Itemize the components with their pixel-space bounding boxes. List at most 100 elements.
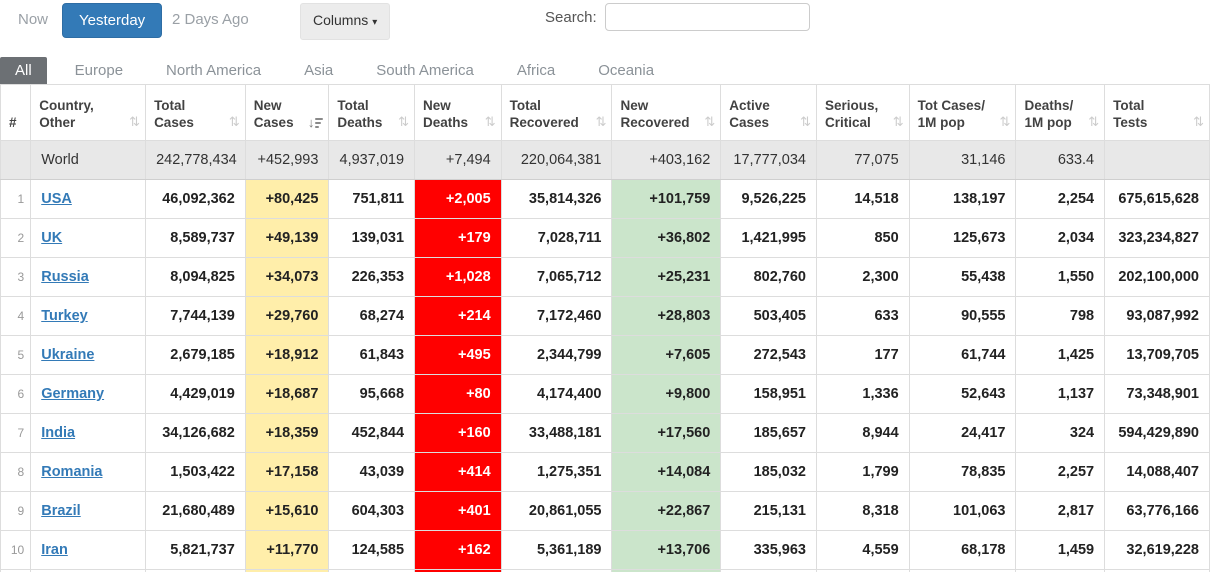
search-input[interactable] xyxy=(605,3,810,31)
cell-new_cases: +34,073 xyxy=(245,258,329,297)
cell-rank: 6 xyxy=(1,375,31,414)
cell-country: USA xyxy=(31,180,146,219)
cell-active_cases: 215,131 xyxy=(721,492,817,531)
two-days-ago-button[interactable]: 2 Days Ago xyxy=(162,3,259,36)
cell-new_recovered: +17,560 xyxy=(612,414,721,453)
country-link[interactable]: India xyxy=(41,425,75,441)
country-link[interactable]: UK xyxy=(41,230,62,246)
country-link[interactable]: Brazil xyxy=(41,503,81,519)
cell-new_recovered: +22,867 xyxy=(612,492,721,531)
cell-cases_per_1m: 31,146 xyxy=(909,141,1016,180)
country-link[interactable]: Romania xyxy=(41,464,102,480)
covid-stats-page: Now Yesterday 2 Days Ago Columns▾ Search… xyxy=(0,0,1210,572)
col-header-cases_per_1m[interactable]: Tot Cases/1M pop⇅ xyxy=(909,85,1016,141)
cell-new_deaths: +214 xyxy=(415,297,502,336)
cell-deaths_per_1m: 1,425 xyxy=(1016,336,1105,375)
cell-serious_critical: 850 xyxy=(816,219,909,258)
cell-total_tests: 13,709,705 xyxy=(1105,336,1210,375)
sort-icon: ⇅ xyxy=(800,114,811,130)
cell-new_cases: +15,610 xyxy=(245,492,329,531)
cell-new_cases: +18,687 xyxy=(245,375,329,414)
col-header-deaths_per_1m[interactable]: Deaths/1M pop⇅ xyxy=(1016,85,1105,141)
cell-country: Brazil xyxy=(31,492,146,531)
col-header-new_recovered[interactable]: NewRecovered⇅ xyxy=(612,85,721,141)
cell-total_recovered: 7,172,460 xyxy=(501,297,612,336)
country-link[interactable]: Germany xyxy=(41,386,104,402)
cell-total_recovered: 33,488,181 xyxy=(501,414,612,453)
country-link[interactable]: Iran xyxy=(41,542,68,558)
tab-south-america[interactable]: South America xyxy=(361,57,489,84)
col-header-total_deaths[interactable]: TotalDeaths⇅ xyxy=(329,85,415,141)
cell-new_recovered: +36,802 xyxy=(612,219,721,258)
tab-asia[interactable]: Asia xyxy=(289,57,348,84)
cell-new_deaths: +414 xyxy=(415,453,502,492)
cell-country: World xyxy=(31,141,146,180)
cell-active_cases: 335,963 xyxy=(721,531,817,570)
table-row: 6Germany4,429,019+18,68795,668+804,174,4… xyxy=(1,375,1210,414)
cell-cases_per_1m: 68,178 xyxy=(909,531,1016,570)
cell-total_cases: 1,503,422 xyxy=(146,453,246,492)
yesterday-button[interactable]: Yesterday xyxy=(62,3,162,38)
cell-deaths_per_1m: 324 xyxy=(1016,414,1105,453)
toolbar: Now Yesterday 2 Days Ago Columns▾ Search… xyxy=(0,0,1210,54)
cell-total_recovered: 220,064,381 xyxy=(501,141,612,180)
table-row: 8Romania1,503,422+17,15843,039+4141,275,… xyxy=(1,453,1210,492)
cell-deaths_per_1m: 2,034 xyxy=(1016,219,1105,258)
col-header-active_cases[interactable]: ActiveCases⇅ xyxy=(721,85,817,141)
cell-cases_per_1m: 138,197 xyxy=(909,180,1016,219)
cell-new_recovered: +101,759 xyxy=(612,180,721,219)
col-header-new_cases[interactable]: NewCases↓ xyxy=(245,85,329,141)
cell-total_cases: 2,679,185 xyxy=(146,336,246,375)
cell-new_cases: +18,359 xyxy=(245,414,329,453)
table-body: World242,778,434+452,9934,937,019+7,4942… xyxy=(1,141,1210,572)
columns-dropdown-button[interactable]: Columns▾ xyxy=(300,3,390,40)
cell-total_cases: 4,429,019 xyxy=(146,375,246,414)
country-link[interactable]: Russia xyxy=(41,269,89,285)
country-link[interactable]: USA xyxy=(41,191,72,207)
cell-deaths_per_1m: 633.4 xyxy=(1016,141,1105,180)
cell-total_tests: 675,615,628 xyxy=(1105,180,1210,219)
cell-country: Iran xyxy=(31,531,146,570)
col-header-total_cases[interactable]: TotalCases⇅ xyxy=(146,85,246,141)
cell-rank: 10 xyxy=(1,531,31,570)
cell-total_recovered: 4,174,400 xyxy=(501,375,612,414)
now-button[interactable]: Now xyxy=(8,3,58,36)
search-label: Search: xyxy=(545,5,597,30)
cell-new_deaths: +162 xyxy=(415,531,502,570)
cell-total_tests: 63,776,166 xyxy=(1105,492,1210,531)
cell-cases_per_1m: 55,438 xyxy=(909,258,1016,297)
sort-icon: ⇅ xyxy=(398,114,409,130)
cell-deaths_per_1m: 2,257 xyxy=(1016,453,1105,492)
sort-icon: ⇅ xyxy=(129,114,140,130)
tab-north-america[interactable]: North America xyxy=(151,57,276,84)
tab-all[interactable]: All xyxy=(0,57,47,84)
continent-tabs: All Europe North America Asia South America A… xyxy=(0,54,1210,84)
cell-deaths_per_1m: 2,254 xyxy=(1016,180,1105,219)
cell-deaths_per_1m: 1,550 xyxy=(1016,258,1105,297)
col-header-total_tests[interactable]: TotalTests⇅ xyxy=(1105,85,1210,141)
col-header-rank: # xyxy=(1,85,31,141)
cell-total_cases: 7,744,139 xyxy=(146,297,246,336)
cell-total_cases: 242,778,434 xyxy=(146,141,246,180)
tab-europe[interactable]: Europe xyxy=(60,57,138,84)
tab-oceania[interactable]: Oceania xyxy=(583,57,669,84)
col-header-serious_critical[interactable]: Serious,Critical⇅ xyxy=(816,85,909,141)
tab-africa[interactable]: Africa xyxy=(502,57,570,84)
col-header-total_recovered[interactable]: TotalRecovered⇅ xyxy=(501,85,612,141)
cell-country: Ukraine xyxy=(31,336,146,375)
cell-new_recovered: +7,605 xyxy=(612,336,721,375)
country-link[interactable]: Turkey xyxy=(41,308,87,324)
sort-icon: ⇅ xyxy=(1193,114,1204,130)
cell-total_tests: 594,429,890 xyxy=(1105,414,1210,453)
col-header-new_deaths[interactable]: NewDeaths⇅ xyxy=(415,85,502,141)
cell-serious_critical: 14,518 xyxy=(816,180,909,219)
table-row: 10Iran5,821,737+11,770124,585+1625,361,1… xyxy=(1,531,1210,570)
cell-country: Russia xyxy=(31,258,146,297)
col-header-country[interactable]: Country,Other⇅ xyxy=(31,85,146,141)
cell-new_cases: +29,760 xyxy=(245,297,329,336)
cell-total_recovered: 5,361,189 xyxy=(501,531,612,570)
country-link[interactable]: Ukraine xyxy=(41,347,94,363)
cell-serious_critical: 8,318 xyxy=(816,492,909,531)
cell-new_recovered: +13,706 xyxy=(612,531,721,570)
cell-total_deaths: 43,039 xyxy=(329,453,415,492)
